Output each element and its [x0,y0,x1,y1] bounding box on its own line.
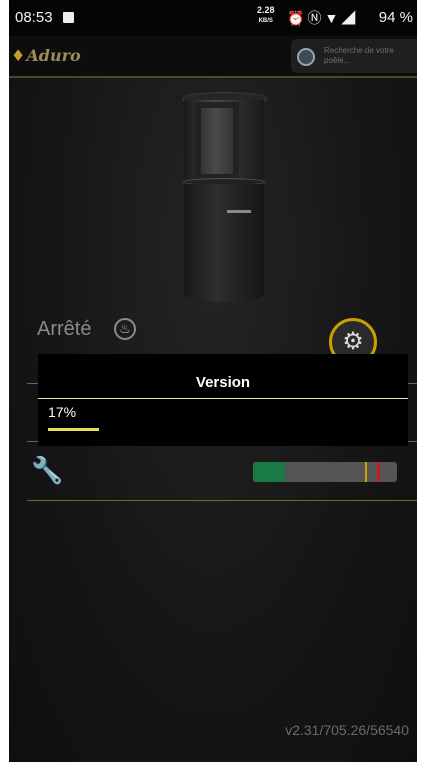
app-bar: ♦Aduro Recherche de votre poêle... [9,36,417,78]
stove-door-frame [195,102,239,180]
heat-level-fill [253,462,285,482]
progress-percent: 17% [48,404,77,420]
stove-handle [227,210,251,213]
nfc-icon: Ⓝ [307,10,325,26]
alarm-icon: ⏰ [287,10,308,26]
signal-icon: ◢ [341,10,359,26]
gears-icon: ⚙ [342,328,364,355]
status-time: 08:53 [15,9,53,26]
aduro-logo: ♦Aduro [11,46,81,65]
image-notification-icon [63,12,74,23]
progress-bar [48,428,348,431]
divider [27,500,417,501]
version-progress-dialog: Version 17% [38,354,408,446]
dialog-title-divider [38,398,408,399]
wifi-icon: ▼ [324,10,342,26]
flame-state-icon[interactable]: ♨ [114,318,136,340]
app-screen: 08:53 2.28 KB/S ⏰Ⓝ▼◢ 94 % ♦Aduro Recherc… [9,0,417,762]
app-version: v2.31/705.26/56540 [285,722,409,738]
battery-level: 94 % [378,9,413,26]
heat-level-bar[interactable] [253,462,397,482]
heat-level-marker-red [377,462,380,482]
search-placeholder: Recherche de votre poêle... [324,46,394,65]
stove-base [184,184,264,302]
heat-level-marker-yellow [365,462,367,482]
status-bar: 08:53 2.28 KB/S ⏰Ⓝ▼◢ 94 % [9,0,417,36]
stove-search-field[interactable]: Recherche de votre poêle... [291,39,417,73]
logo-text: Aduro [26,46,81,65]
flame-logo-icon: ♦ [11,46,26,65]
stove-state-label: Arrêté [37,318,92,340]
wrench-gear-icon[interactable]: 🔧 [31,455,63,486]
search-icon [297,48,315,66]
status-icons: ⏰Ⓝ▼◢ [287,8,358,28]
network-speed-unit: KB/S [258,18,273,24]
network-speed-value: 2.28 [257,5,275,15]
network-speed: 2.28 KB/S [257,6,275,26]
stove-image [183,92,267,302]
progress-bar-fill [48,428,99,431]
dialog-title: Version [195,374,251,391]
